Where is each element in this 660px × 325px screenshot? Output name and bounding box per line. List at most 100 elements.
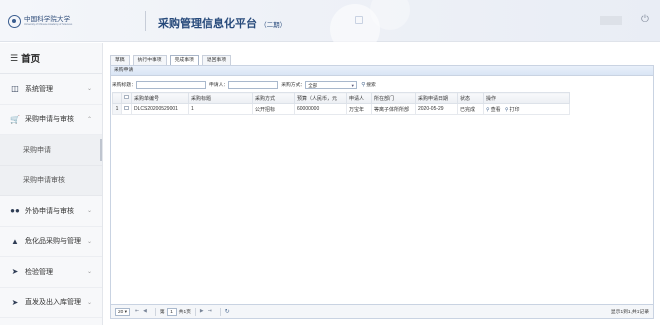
select-all-checkbox[interactable] (121, 92, 132, 104)
panel-title: 采购申请 (111, 66, 653, 76)
warning-icon: ▲ (11, 236, 19, 246)
cell-status: 已完成 (457, 103, 484, 115)
checkbox[interactable] (124, 94, 129, 100)
sidebar-item-label: 外协申请与审核 (25, 207, 74, 215)
applicant-filter-input[interactable] (228, 80, 279, 89)
page-size-select[interactable]: 20 ▾ (115, 307, 131, 316)
purchase-panel: 采购申请 采购标题： 申请人： 采购方式： 全部 ▼ ⚲ 搜索 采购单编号 采购… (110, 65, 654, 319)
cell-actions: ⚲查看 ⚲打印 (483, 103, 570, 115)
col-date[interactable]: 采购申请日期 (415, 92, 458, 104)
col-applicant[interactable]: 申请人 (346, 92, 372, 104)
power-icon[interactable]: ⏻ (641, 15, 651, 25)
sidebar-home[interactable]: ☰ 首页 (0, 43, 102, 74)
search-icon: ⚲ (361, 81, 366, 88)
app-title-main: 采购管理信息化平台 (158, 18, 257, 30)
sidebar-item-purchase[interactable]: 🛒 采购申请与审核 ⌃ (0, 105, 102, 135)
header-divider (145, 11, 146, 31)
sidebar-item-outsourcing[interactable]: ●● 外协申请与审核 ⌄ (0, 196, 102, 227)
method-filter-value: 全部 (308, 82, 318, 88)
pager-separator (154, 307, 156, 316)
row-number: 1 (112, 103, 122, 115)
first-page-button[interactable]: ⇤ (135, 309, 139, 314)
app-title-suffix: （二期） (260, 22, 287, 29)
folder-icon: ◫ (11, 84, 19, 94)
view-link-label: 查看 (490, 106, 501, 113)
tab-returned[interactable]: 退回事项 (201, 55, 232, 65)
col-actions: 操作 (483, 92, 570, 104)
prev-page-button[interactable]: ◀ (143, 309, 147, 314)
cell-date: 2020-05-29 (415, 103, 458, 115)
cell-title: 1 (188, 103, 253, 115)
print-link-label: 打印 (509, 106, 520, 113)
sidebar-item-hazardous[interactable]: ▲ 危化品采购与管理 ⌄ (0, 227, 102, 257)
logo-text: 中国科学院大学 (24, 15, 71, 23)
search-icon: ⚲ (504, 106, 509, 113)
col-budget[interactable]: 预算（人民币，元 (294, 92, 347, 104)
chevron-down-icon: ⌄ (86, 86, 92, 92)
chevron-down-icon: ⌄ (86, 208, 92, 214)
app-header: 中国科学院大学 University of Chinese Academy of… (0, 0, 660, 54)
pagination-info: 显示1到1,共1记录 (610, 310, 649, 315)
chevron-up-icon: ⌃ (86, 116, 92, 123)
search-bar: 采购标题： 申请人： 采购方式： 全部 ▼ ⚲ 搜索 (112, 80, 376, 89)
chevron-down-icon: ▼ (350, 82, 355, 88)
tab-bar: 草稿 执行中事项 完成事项 退回事项 (110, 55, 234, 65)
table-row[interactable]: 1 DLCS20200529001 1 公开招标 60000000 万宝年 等离… (112, 103, 570, 115)
app-title: 采购管理信息化平台 （二期） (158, 15, 286, 31)
col-dept[interactable]: 所在部门 (371, 92, 416, 104)
ucas-logo: 中国科学院大学 University of Chinese Academy of… (8, 13, 138, 29)
print-link[interactable]: ⚲打印 (505, 107, 520, 113)
sidebar-item-inspection[interactable]: ➤ 检验管理 ⌄ (0, 257, 102, 288)
sidebar: ☰ 首页 ◫ 系统管理 ⌄ 🛒 采购申请与审核 ⌃ 采购申请 采购申请审核 ●●… (0, 43, 103, 325)
title-filter-label: 采购标题： (112, 83, 136, 88)
sidebar-subitem-purchase-review[interactable]: 采购申请审核 (0, 165, 102, 196)
pager-separator (194, 307, 196, 316)
sidebar-item-delivery[interactable]: ➤ 直发及出入库管理 ⌄ (0, 288, 102, 318)
rownum-header (112, 92, 122, 104)
col-title[interactable]: 采购标题 (188, 92, 253, 104)
col-status[interactable]: 状态 (457, 92, 484, 104)
sidebar-item-label: 采购申请与审核 (25, 116, 74, 124)
lock-icon (355, 16, 363, 24)
pager-separator (219, 307, 221, 316)
sidebar-item-label: 直发及出入库管理 (25, 299, 81, 307)
truck-icon: ➤ (11, 297, 19, 307)
chevron-down-icon: ⌄ (86, 238, 92, 245)
col-code[interactable]: 采购单编号 (131, 92, 189, 104)
search-button-label: 搜索 (366, 83, 376, 88)
cell-dept: 等离子体所所部 (371, 103, 416, 115)
chevron-down-icon: ⌄ (86, 269, 92, 275)
next-page-button[interactable]: ▶ (200, 309, 204, 314)
title-filter-input[interactable] (136, 80, 206, 89)
applicant-filter-label: 申请人： (209, 83, 229, 88)
page-total: 共1页 (178, 310, 191, 315)
cell-applicant: 万宝年 (346, 103, 372, 115)
pagination-bar: 20 ▾ ⇤ ◀ 第 1 共1页 ▶ ⇥ ↻ 显示1到1,共1记录 (111, 304, 653, 318)
method-filter-label: 采购方式： (281, 83, 306, 88)
table-header-row: 采购单编号 采购标题 采购方式 预算（人民币，元 申请人 所在部门 采购申请日期… (112, 92, 570, 104)
tab-draft[interactable]: 草稿 (110, 55, 130, 65)
sidebar-item-label: 检验管理 (25, 268, 53, 276)
search-button[interactable]: ⚲ 搜索 (361, 81, 376, 89)
group-icon: ●● (10, 206, 20, 216)
page-number-input[interactable]: 1 (166, 307, 177, 316)
purchase-table: 采购单编号 采购标题 采购方式 预算（人民币，元 申请人 所在部门 采购申请日期… (112, 92, 570, 115)
method-filter-select[interactable]: 全部 ▼ (305, 80, 358, 89)
checkbox[interactable] (124, 105, 129, 111)
last-page-button[interactable]: ⇥ (208, 309, 212, 314)
cell-method: 公开招标 (252, 103, 295, 115)
tab-completed[interactable]: 完成事项 (169, 55, 199, 65)
check-icon: ➤ (11, 267, 19, 277)
sidebar-subitem-purchase-apply[interactable]: 采购申请 (0, 135, 102, 166)
tab-in-progress[interactable]: 执行中事项 (132, 55, 167, 65)
col-method[interactable]: 采购方式 (252, 92, 295, 104)
refresh-icon[interactable]: ↻ (225, 308, 230, 315)
cell-budget: 60000000 (294, 103, 347, 115)
search-icon: ⚲ (486, 106, 490, 113)
sidebar-item-label: 危化品采购与管理 (25, 238, 81, 246)
user-avatar[interactable] (600, 16, 622, 25)
sidebar-item-system[interactable]: ◫ 系统管理 ⌄ (0, 74, 102, 105)
view-link[interactable]: ⚲查看 (486, 107, 501, 113)
page-size-value: 20 (118, 309, 124, 315)
row-checkbox-cell[interactable] (121, 103, 132, 115)
